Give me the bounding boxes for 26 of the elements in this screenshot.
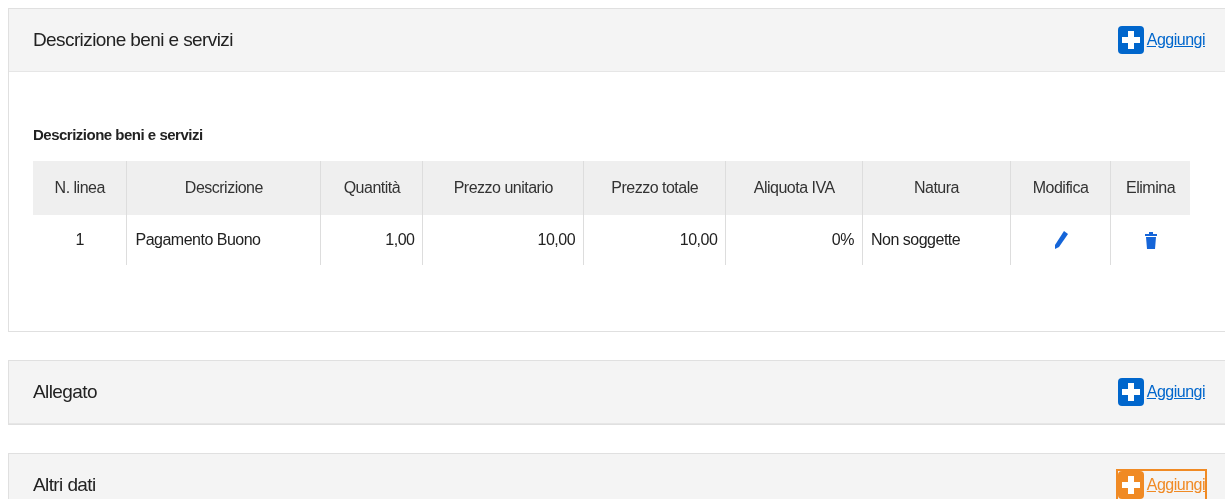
pencil-icon[interactable] [1053,231,1068,250]
section-title: Allegato [33,381,97,403]
table-cell: Pagamento Buono [126,215,321,265]
column-header: Prezzo unitario [423,161,584,215]
plus-icon [1117,378,1144,406]
column-header: N. linea [33,161,127,215]
add-link[interactable]: Aggiungi [1117,378,1205,406]
column-header: Natura [862,161,1011,215]
column-header: Modifica [1010,161,1111,215]
table-cell: Non soggette [862,215,1011,265]
table-cell: 1 [33,215,127,265]
add-link[interactable]: Aggiungi [1117,26,1205,54]
section-title: Altri dati [33,474,96,496]
plus-icon [1117,26,1144,54]
column-header: Prezzo totale [583,161,726,215]
table-cell: 10,00 [423,215,584,265]
column-header: Quantità [320,161,423,215]
trash-icon[interactable] [1144,232,1157,250]
section-title: Descrizione beni e servizi [33,29,233,51]
table-caption: Descrizione beni e servizi [33,126,204,143]
table-cell: 1,00 [320,215,423,265]
table-cell: 10,00 [583,215,726,265]
column-header: Elimina [1110,161,1190,215]
column-header: Aliquota IVA [725,161,863,215]
column-header: Descrizione [126,161,321,215]
table-cell: 0% [725,215,863,265]
